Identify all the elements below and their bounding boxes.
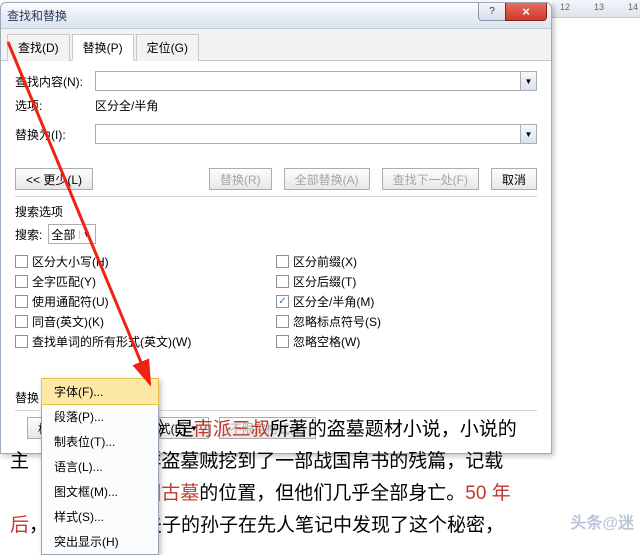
- findnext-button[interactable]: 查找下一处(F): [382, 168, 479, 190]
- help-button[interactable]: ?: [478, 3, 506, 21]
- punct-label: 忽略标点符号(S): [293, 313, 381, 330]
- checkbox[interactable]: [276, 335, 289, 348]
- checkbox[interactable]: [15, 255, 28, 268]
- searchopts-heading: 搜索选项: [15, 203, 537, 220]
- forms-label: 查找单词的所有形式(英文)(W): [32, 333, 191, 350]
- wildcard-label: 使用通配符(U): [32, 293, 109, 310]
- findwhat-input[interactable]: ▼: [95, 71, 537, 91]
- dialog-title: 查找和替换: [7, 7, 67, 24]
- checkbox[interactable]: [276, 255, 289, 268]
- checkbox[interactable]: [15, 275, 28, 288]
- menu-style[interactable]: 样式(S)...: [42, 504, 158, 529]
- search-direction-select[interactable]: 全部 ▼: [48, 224, 96, 244]
- findwhat-label: 查找内容(N):: [15, 73, 95, 90]
- replace-button[interactable]: 替换(R): [209, 168, 272, 190]
- titlebar[interactable]: 查找和替换 ? ×: [1, 3, 551, 29]
- checkbox[interactable]: [15, 335, 28, 348]
- ruler: 12 13 14: [552, 0, 640, 18]
- cancel-button[interactable]: 取消: [491, 168, 537, 190]
- prefix-label: 区分前缀(X): [293, 253, 357, 270]
- tab-goto[interactable]: 定位(G): [136, 34, 199, 61]
- space-label: 忽略空格(W): [293, 333, 360, 350]
- less-button[interactable]: << 更少(L): [15, 168, 93, 190]
- chevron-down-icon[interactable]: ▼: [520, 125, 536, 143]
- checkbox[interactable]: [276, 275, 289, 288]
- search-label: 搜索:: [15, 226, 42, 243]
- replacewith-input[interactable]: ▼: [95, 124, 537, 144]
- checkbox[interactable]: [15, 315, 28, 328]
- format-menu: 字体(F)... 段落(P)... 制表位(T)... 语言(L)... 图文框…: [41, 378, 159, 555]
- close-button[interactable]: ×: [505, 3, 547, 21]
- whole-label: 全字匹配(Y): [32, 273, 96, 290]
- width-label: 区分全/半角(M): [293, 293, 374, 310]
- menu-font[interactable]: 字体(F)...: [41, 378, 159, 405]
- chevron-down-icon[interactable]: ▼: [520, 72, 536, 90]
- replacewith-label: 替换为(I):: [15, 126, 95, 143]
- tab-find[interactable]: 查找(D): [7, 34, 70, 61]
- menu-tabs[interactable]: 制表位(T)...: [42, 429, 158, 454]
- sounds-label: 同音(英文)(K): [32, 313, 104, 330]
- tab-strip: 查找(D) 替换(P) 定位(G): [1, 29, 551, 61]
- menu-language[interactable]: 语言(L)...: [42, 454, 158, 479]
- checkbox-checked[interactable]: ✓: [276, 295, 289, 308]
- checkbox[interactable]: [15, 295, 28, 308]
- tab-replace[interactable]: 替换(P): [72, 34, 134, 61]
- options-value: 区分全/半角: [95, 97, 158, 114]
- menu-frame[interactable]: 图文框(M)...: [42, 479, 158, 504]
- replaceall-button[interactable]: 全部替换(A): [284, 168, 370, 190]
- watermark: 头条@迷: [570, 509, 634, 533]
- menu-highlight[interactable]: 突出显示(H): [42, 529, 158, 554]
- checkbox[interactable]: [276, 315, 289, 328]
- suffix-label: 区分后缀(T): [293, 273, 356, 290]
- menu-paragraph[interactable]: 段落(P)...: [42, 404, 158, 429]
- options-label: 选项:: [15, 97, 95, 114]
- case-label: 区分大小写(H): [32, 253, 109, 270]
- chevron-down-icon[interactable]: ▼: [79, 230, 93, 239]
